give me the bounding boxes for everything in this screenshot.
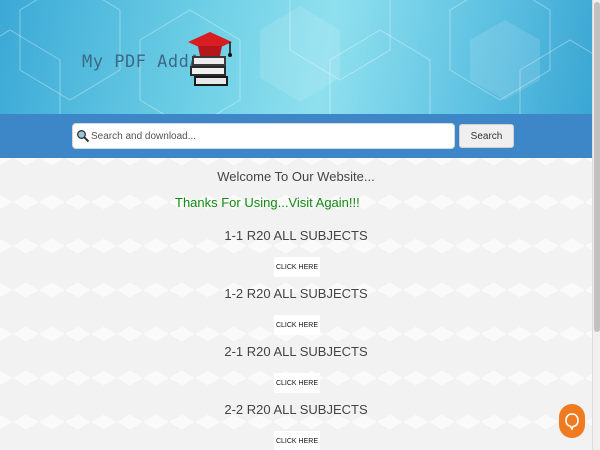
site-header: My PDF AddA bbox=[0, 0, 592, 114]
subject-title-2-1: 2-1 R20 ALL SUBJECTS bbox=[224, 344, 368, 359]
graduation-cap-books-icon bbox=[188, 32, 232, 86]
click-here-button-1-2[interactable]: CLICK HERE bbox=[274, 315, 320, 335]
search-icon bbox=[77, 130, 90, 143]
subject-title-2-2: 2-2 R20 ALL SUBJECTS bbox=[224, 402, 368, 417]
subject-title-1-2: 1-2 R20 ALL SUBJECTS bbox=[224, 286, 368, 301]
search-bar: Search bbox=[0, 114, 592, 158]
scrollbar-thumb[interactable] bbox=[594, 2, 600, 332]
search-box bbox=[72, 123, 455, 149]
welcome-heading: Welcome To Our Website... bbox=[217, 169, 375, 184]
chat-bubble-icon bbox=[565, 413, 579, 430]
search-button[interactable]: Search bbox=[459, 124, 514, 148]
page-scrollbar[interactable] bbox=[592, 0, 600, 450]
thanks-message: Thanks For Using...Visit Again!!! bbox=[175, 195, 360, 210]
search-input[interactable] bbox=[91, 126, 451, 146]
click-here-button-1-1[interactable]: CLICK HERE bbox=[274, 257, 320, 277]
chat-widget-button[interactable] bbox=[559, 404, 585, 438]
click-here-button-2-1[interactable]: CLICK HERE bbox=[274, 373, 320, 393]
main-content: Welcome To Our Website... Thanks For Usi… bbox=[0, 158, 592, 450]
click-here-button-2-2[interactable]: CLICK HERE bbox=[274, 431, 320, 450]
subject-title-1-1: 1-1 R20 ALL SUBJECTS bbox=[224, 228, 368, 243]
